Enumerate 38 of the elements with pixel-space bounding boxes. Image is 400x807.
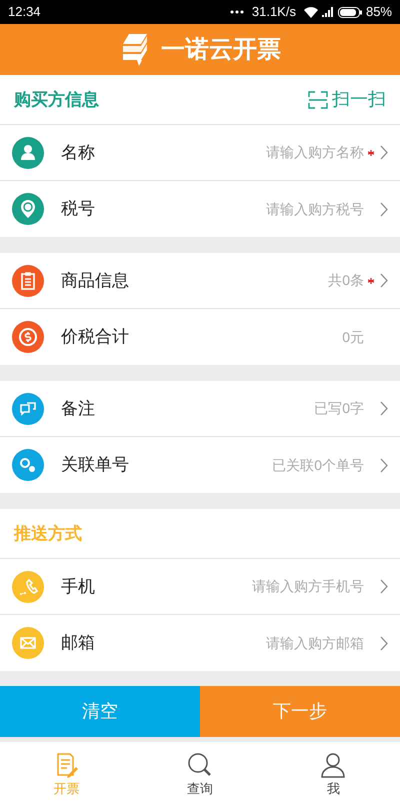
battery-percent: 85% bbox=[366, 3, 392, 22]
row-label: 名称 bbox=[61, 142, 95, 164]
row-label: 备注 bbox=[61, 398, 95, 420]
form-row[interactable]: 邮箱 请输入购方邮箱 bbox=[0, 615, 400, 671]
row-label: 邮箱 bbox=[61, 632, 95, 654]
signal-icon bbox=[322, 7, 334, 17]
network-speed: 31.1K/s bbox=[252, 3, 296, 22]
form-row[interactable]: 手机 请输入购方手机号 bbox=[0, 559, 400, 615]
row-label: 价税合计 bbox=[61, 326, 129, 348]
row-hint: 请输入购方名称 bbox=[266, 143, 364, 162]
user-icon bbox=[319, 750, 348, 779]
row-hint: 共0条 bbox=[328, 271, 364, 290]
row-hint: 已关联0个单号 bbox=[272, 456, 364, 474]
row-hint: 请输入购方手机号 bbox=[252, 577, 364, 596]
form-row[interactable]: 税号 请输入购方税号 bbox=[0, 181, 400, 237]
form-row[interactable]: 备注 已写0字 bbox=[0, 381, 400, 437]
more-dots-icon bbox=[230, 10, 244, 14]
form-row[interactable]: 名称 请输入购方名称 bbox=[0, 125, 400, 181]
app-title: 一诺云开票 bbox=[161, 34, 281, 64]
section-title: 购买方信息 bbox=[14, 88, 99, 111]
row-label: 手机 bbox=[61, 576, 95, 598]
battery-icon bbox=[338, 6, 362, 18]
wifi-icon bbox=[304, 6, 318, 18]
section-title: 推送方式 bbox=[14, 522, 82, 545]
form-row[interactable]: 关联单号 已关联0个单号 bbox=[0, 437, 400, 493]
row-label: 关联单号 bbox=[61, 454, 129, 476]
row-hint: 0元 bbox=[342, 328, 364, 346]
row-hint: 请输入购方税号 bbox=[266, 200, 364, 218]
scan-frame-icon bbox=[308, 90, 328, 108]
form-row[interactable]: 价税合计 0元 bbox=[0, 309, 400, 365]
row-label: 税号 bbox=[61, 198, 95, 220]
status-time: 12:34 bbox=[8, 3, 41, 22]
row-label: 商品信息 bbox=[61, 270, 129, 292]
tab-item[interactable]: 我 bbox=[266, 742, 400, 807]
tab-item[interactable]: 查询 bbox=[133, 742, 267, 807]
row-hint: 已写0字 bbox=[314, 399, 364, 418]
form-row[interactable]: 商品信息 共0条 bbox=[0, 253, 400, 309]
row-hint: 请输入购方邮箱 bbox=[266, 634, 364, 652]
